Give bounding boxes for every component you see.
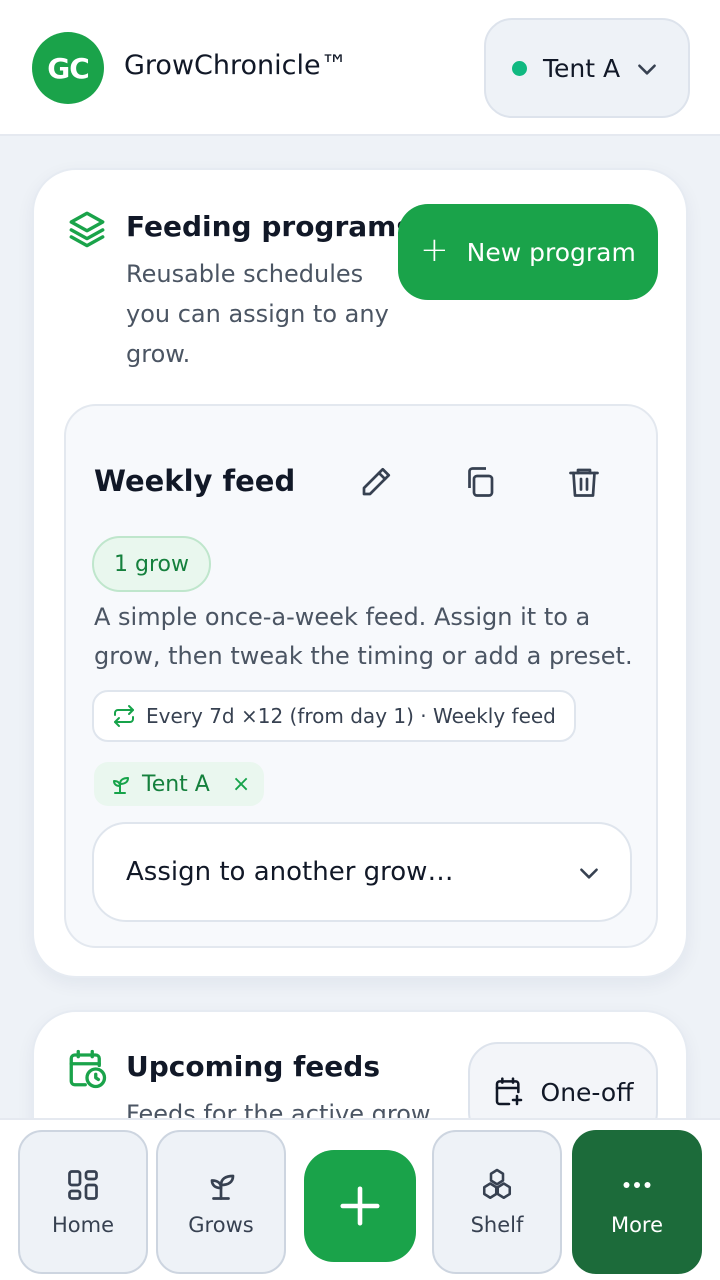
calendar-plus-icon <box>495 1077 522 1106</box>
assign-grow-placeholder: Assign to another grow… <box>126 857 454 887</box>
feeding-programs-card: Feeding programs Reusable schedules you … <box>32 168 688 978</box>
chevron-down-icon <box>580 868 598 879</box>
assigned-grow-label: Tent A <box>142 771 210 797</box>
nav-home-label: Home <box>51 1213 114 1237</box>
section-subtitle: Reusable schedules you can assign to any… <box>126 260 389 368</box>
brand-name: GrowChronicle™ <box>124 50 348 81</box>
section-title: Upcoming feeds <box>126 1050 380 1083</box>
calendar-clock-icon <box>69 1049 107 1089</box>
copy-icon[interactable] <box>462 464 498 500</box>
nav-more-label: More <box>610 1213 664 1237</box>
new-program-button[interactable]: + New program <box>398 204 658 300</box>
nav-shelf-label: Shelf <box>470 1213 524 1237</box>
assign-grow-select[interactable]: Assign to another grow… <box>92 822 632 922</box>
nav-shelf[interactable]: Shelf <box>432 1130 562 1274</box>
schedule-text: Every 7d ×12 (from day 1) · Weekly feed <box>146 704 556 728</box>
plus-icon: + <box>420 230 449 270</box>
app-logo[interactable]: GC <box>32 32 104 104</box>
status-dot <box>512 60 527 76</box>
section-title: Feeding programs <box>126 210 414 243</box>
chevron-down-icon <box>638 64 656 75</box>
layers-icon <box>69 211 105 248</box>
edit-icon[interactable] <box>358 464 394 500</box>
more-icon <box>623 1182 651 1188</box>
assigned-grow-chip: Tent A × <box>94 762 265 806</box>
program-description: A simple once-a-week feed. Assign it to … <box>94 603 633 670</box>
grow-selector[interactable]: Tent A <box>484 18 690 118</box>
boxes-icon <box>482 1168 512 1200</box>
nav-grows-label: Grows <box>188 1213 254 1237</box>
new-program-label: New program <box>466 237 636 267</box>
program-card: Weekly feed 1 grow A simple once-a-week … <box>64 404 658 948</box>
one-off-label: One-off <box>540 1077 634 1107</box>
trash-icon[interactable] <box>566 464 602 500</box>
nav-home[interactable]: Home <box>18 1130 148 1274</box>
plus-icon <box>340 1186 380 1226</box>
nav-grows[interactable]: Grows <box>156 1130 286 1274</box>
add-button[interactable] <box>304 1150 416 1262</box>
program-name: Weekly feed <box>94 464 296 498</box>
schedule-chip[interactable]: Every 7d ×12 (from day 1) · Weekly feed <box>92 690 576 742</box>
grow-selector-label: Tent A <box>543 53 621 83</box>
close-icon[interactable]: × <box>232 772 250 797</box>
repeat-icon <box>114 705 134 727</box>
nav-more[interactable]: More <box>572 1130 702 1274</box>
grow-count-badge: 1 grow <box>92 536 211 592</box>
app-header: GC GrowChronicle™ Tent A <box>0 0 720 136</box>
sprout-icon <box>113 777 129 794</box>
grid-icon <box>68 1170 98 1200</box>
bottom-navigation: Home Grows Shelf More <box>0 1118 720 1280</box>
sprout-icon <box>210 1174 235 1200</box>
